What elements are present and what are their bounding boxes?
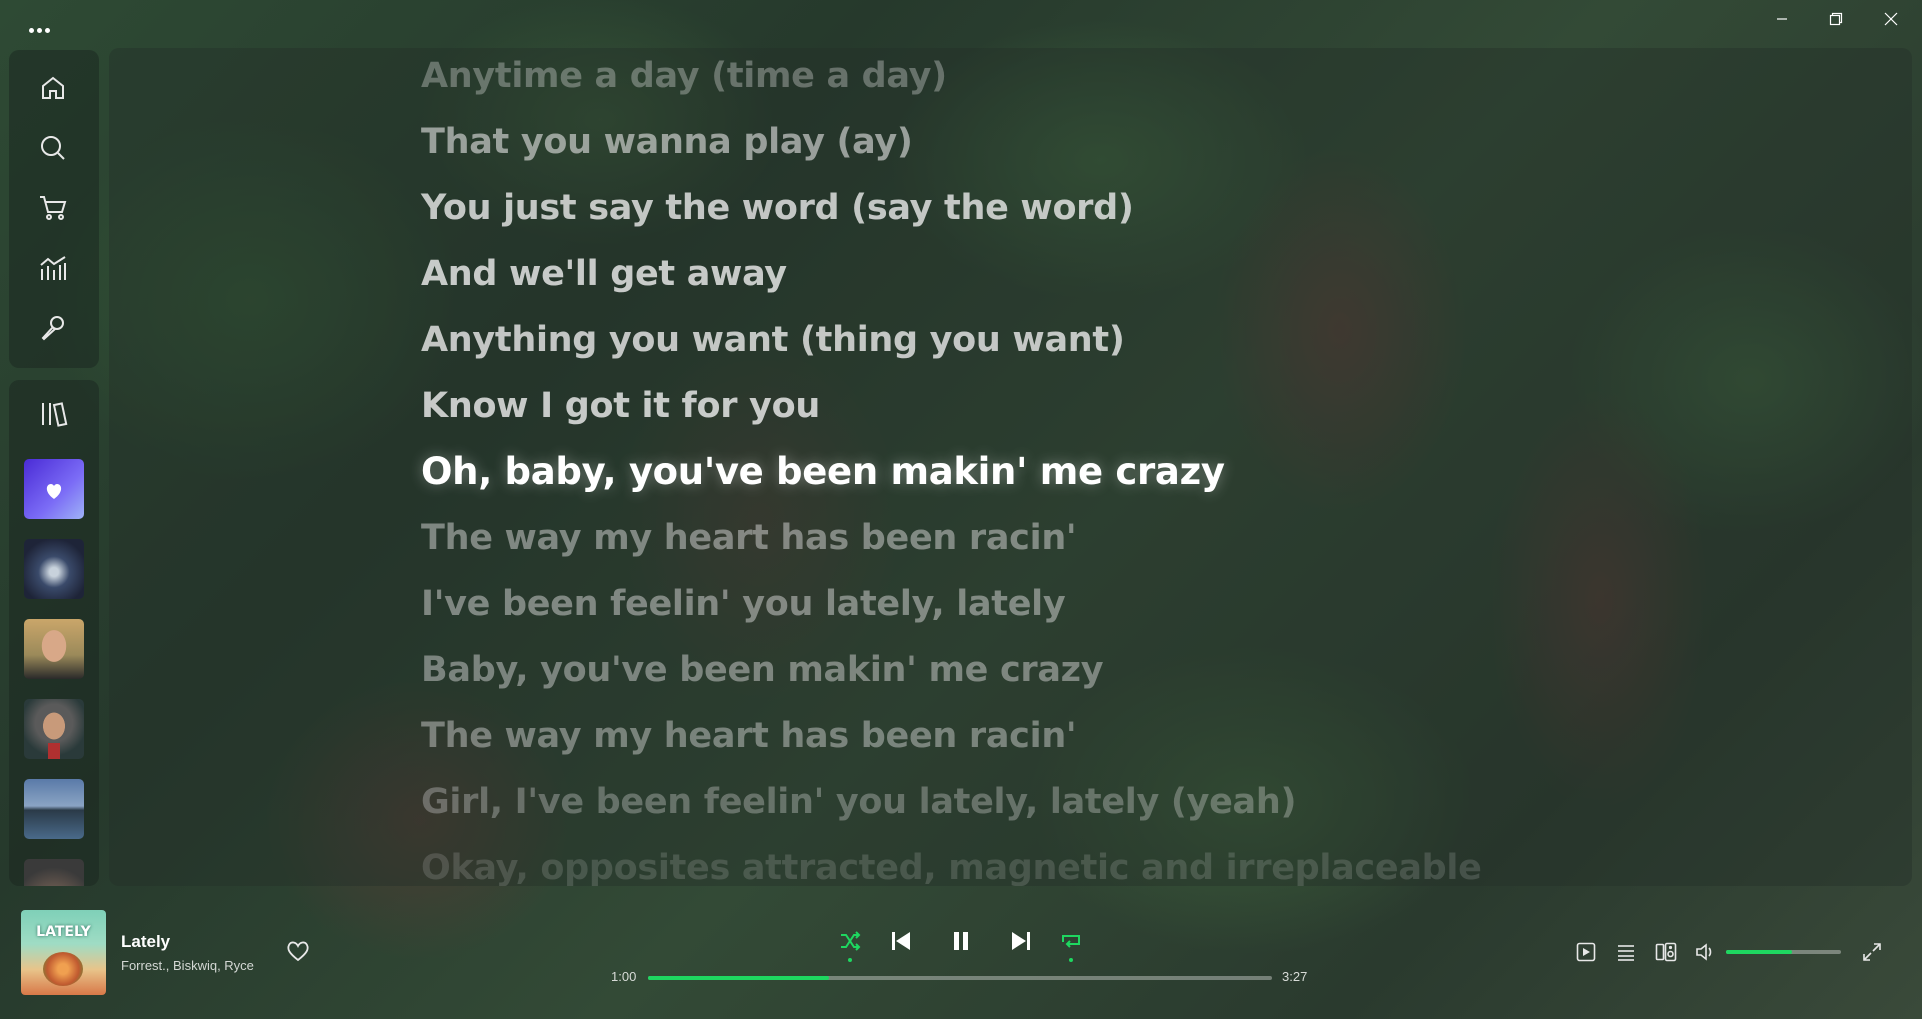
search-icon[interactable] xyxy=(33,128,73,168)
shuffle-icon[interactable] xyxy=(833,924,867,962)
liked-songs-playlist[interactable] xyxy=(24,459,84,519)
title-bar xyxy=(0,0,1922,40)
album-cover[interactable]: LATELY xyxy=(21,910,106,995)
volume-slider[interactable] xyxy=(1726,950,1841,954)
playlist-thumbnail[interactable] xyxy=(24,779,84,839)
lyric-line-active[interactable]: Oh, baby, you've been makin' me crazy xyxy=(421,450,1225,494)
track-title[interactable]: Lately xyxy=(121,932,170,952)
microphone-icon[interactable] xyxy=(33,308,73,348)
lyric-line[interactable]: Anything you want (thing you want) xyxy=(421,318,1125,362)
player-bar: LATELY Lately Forrest., Biskwiq, Ryce 1:… xyxy=(0,898,1922,1019)
sidebar-nav xyxy=(9,50,99,368)
library-panel xyxy=(9,380,99,886)
lyric-line[interactable]: And we'll get away xyxy=(421,252,787,296)
total-duration: 3:27 xyxy=(1282,969,1308,984)
playlist-thumbnail[interactable] xyxy=(24,859,84,886)
album-cover-text: LATELY xyxy=(36,924,91,940)
playlist-thumbnail[interactable] xyxy=(24,699,84,759)
heart-icon xyxy=(46,484,62,499)
library-icon[interactable] xyxy=(38,398,70,430)
queue-icon[interactable] xyxy=(1614,940,1638,964)
connect-device-icon[interactable] xyxy=(1654,940,1678,964)
lyric-line[interactable]: Girl, I've been feelin' you lately, late… xyxy=(421,780,1296,824)
repeat-icon[interactable] xyxy=(1054,924,1088,962)
charts-icon[interactable] xyxy=(33,248,73,288)
pause-icon[interactable] xyxy=(944,924,978,958)
lyric-line[interactable]: That you wanna play (ay) xyxy=(421,120,913,164)
playlist-thumbnail[interactable] xyxy=(24,619,84,679)
home-icon[interactable] xyxy=(33,68,73,108)
cart-icon[interactable] xyxy=(33,188,73,228)
like-heart-icon[interactable] xyxy=(286,940,310,962)
minimize-icon[interactable] xyxy=(1759,6,1805,32)
progress-bar[interactable] xyxy=(648,976,1272,980)
lyric-line[interactable]: I've been feelin' you lately, lately xyxy=(421,582,1066,626)
lyric-line[interactable]: Okay, opposites attracted, magnetic and … xyxy=(421,846,1482,886)
volume-icon[interactable] xyxy=(1694,940,1718,964)
lyric-line[interactable]: You just say the word (say the word) xyxy=(421,186,1134,230)
elapsed-time: 1:00 xyxy=(611,969,637,984)
track-artists[interactable]: Forrest., Biskwiq, Ryce xyxy=(121,958,254,973)
progress-fill xyxy=(648,976,829,980)
lyric-line[interactable]: Anytime a day (time a day) xyxy=(421,54,947,98)
previous-track-icon[interactable] xyxy=(884,924,918,958)
volume-fill xyxy=(1726,950,1792,954)
lyric-line[interactable]: Know I got it for you xyxy=(421,384,820,428)
next-track-icon[interactable] xyxy=(1004,924,1038,958)
fullscreen-icon[interactable] xyxy=(1860,940,1884,964)
close-icon[interactable] xyxy=(1868,6,1914,32)
lyric-line[interactable]: Baby, you've been makin' me crazy xyxy=(421,648,1104,692)
lyric-line[interactable]: The way my heart has been racin' xyxy=(421,714,1077,758)
lyrics-panel: Anytime a day (time a day) That you wann… xyxy=(109,48,1912,886)
now-playing-view-icon[interactable] xyxy=(1574,940,1598,964)
lyric-line[interactable]: The way my heart has been racin' xyxy=(421,516,1077,560)
restore-icon[interactable] xyxy=(1813,6,1859,32)
playlist-thumbnail[interactable] xyxy=(24,539,84,599)
more-options-icon[interactable] xyxy=(29,20,59,34)
